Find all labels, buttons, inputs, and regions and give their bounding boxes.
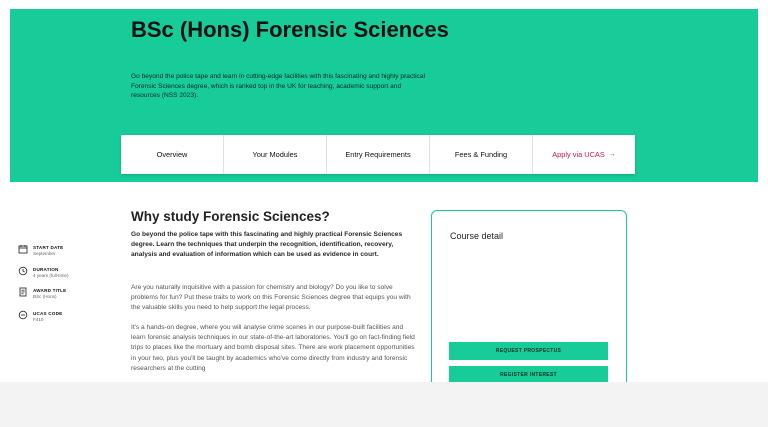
detail-value: 4 years (full-time) bbox=[33, 273, 69, 278]
register-interest-button[interactable]: REGISTER INTEREST bbox=[449, 366, 608, 382]
tab-your-modules[interactable]: Your Modules bbox=[224, 135, 327, 174]
detail-value: F410 bbox=[33, 317, 44, 322]
lead-paragraph: Go beyond the police tape with this fasc… bbox=[131, 231, 403, 259]
detail-label: DURATION bbox=[33, 267, 59, 272]
apply-via-ucas-link[interactable]: Apply via UCAS → bbox=[533, 135, 635, 174]
section-heading: Why study Forensic Sciences? bbox=[131, 209, 330, 224]
tab-label: Fees & Funding bbox=[454, 150, 508, 159]
page-title: BSc (Hons) Forensic Sciences bbox=[131, 17, 449, 42]
tab-label: Your Modules bbox=[252, 150, 298, 159]
body-paragraph: It's a hands-on degree, where you will a… bbox=[131, 324, 415, 372]
tab-overview[interactable]: Overview bbox=[121, 135, 224, 174]
award-icon bbox=[19, 287, 27, 297]
calendar-icon bbox=[18, 245, 28, 254]
ucas-code-icon bbox=[18, 310, 28, 320]
request-prospectus-button[interactable]: REQUEST PROSPECTUS bbox=[449, 342, 608, 360]
tab-label: Overview bbox=[156, 150, 188, 159]
tab-fees-funding[interactable]: Fees & Funding bbox=[430, 135, 533, 174]
course-tabs: Overview Your Modules Entry Requirements… bbox=[121, 135, 635, 174]
clock-icon bbox=[18, 266, 28, 276]
detail-label: START DATE bbox=[33, 245, 64, 250]
arrow-right-icon: → bbox=[608, 151, 616, 158]
detail-value: BSc (Hons) bbox=[33, 294, 57, 299]
detail-label: AWARD TITLE bbox=[33, 288, 67, 293]
tab-label: Apply via UCAS bbox=[552, 150, 605, 159]
page: BSc (Hons) Forensic Sciences Go beyond t… bbox=[0, 0, 768, 382]
body-paragraph: Are you naturally inquisitive with a pas… bbox=[131, 284, 411, 312]
detail-label: UCAS CODE bbox=[33, 311, 63, 316]
course-detail-title: Course detail bbox=[450, 231, 504, 241]
tab-label: Entry Requirements bbox=[345, 150, 411, 159]
tab-entry-requirements[interactable]: Entry Requirements bbox=[327, 135, 430, 174]
hero-description: Go beyond the police tape and learn in c… bbox=[131, 73, 425, 100]
detail-value: September bbox=[33, 251, 56, 256]
